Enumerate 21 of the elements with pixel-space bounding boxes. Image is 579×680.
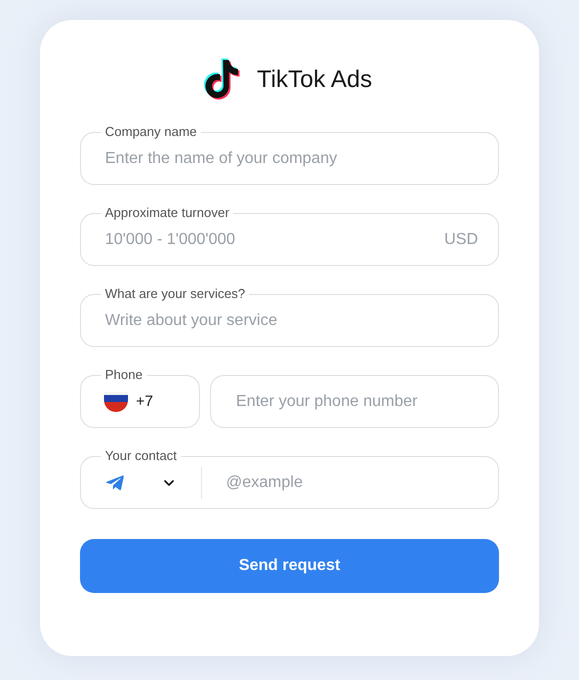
contact-input-field[interactable]: @example [226,464,474,502]
currency-suffix: USD [444,230,478,250]
paper-plane-icon [105,473,125,493]
input-field[interactable]: 10'000 - 1'000'000 [105,221,444,259]
country-code: +7 [136,392,154,412]
input-field[interactable]: Enter the name of your company [105,140,474,178]
country-code-selector[interactable]: Phone +7 [80,367,200,428]
field-label: Your contact [104,448,178,464]
text-field[interactable]: Company name Enter the name of your company [80,124,499,185]
send-request-button[interactable]: Send request [80,539,499,593]
brand-title: TikTok Ads [256,65,372,95]
input-field[interactable]: Write about your service [105,302,474,340]
field-label: Phone [104,367,144,383]
phone-number-field[interactable]: Enter your phone number [210,375,499,428]
field-label: Approximate turnover [104,205,230,221]
contact-field[interactable]: Your contact @example [80,448,499,509]
text-field[interactable]: What are your services? Write about your service [80,286,499,347]
flag-icon [104,392,128,412]
field-label: Company name [104,124,198,140]
text-field[interactable]: Approximate turnover 10'000 - 1'000'000 USD [80,205,499,266]
field-label: What are your services? [104,286,246,302]
